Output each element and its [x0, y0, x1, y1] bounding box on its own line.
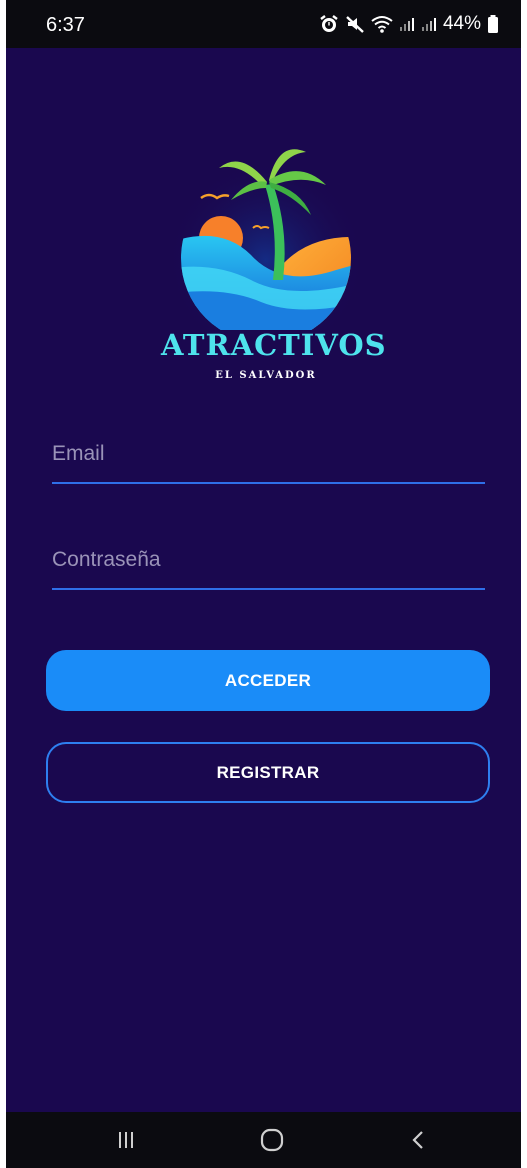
navigation-bar — [6, 1112, 521, 1168]
logo-graphic-icon — [166, 149, 366, 350]
signal-icon — [399, 16, 415, 32]
recent-apps-button[interactable] — [86, 1112, 166, 1168]
back-icon — [412, 1131, 423, 1149]
home-icon — [260, 1128, 284, 1152]
signal-icon — [421, 16, 437, 32]
logo-title: ATRACTIVOS — [161, 328, 387, 362]
register-button[interactable]: REGISTRAR — [46, 742, 490, 803]
logo-subtitle: EL SALVADOR — [215, 370, 317, 381]
password-field[interactable] — [52, 538, 485, 590]
status-icons: 44% — [319, 12, 499, 36]
login-button[interactable]: ACCEDER — [46, 650, 490, 711]
email-field[interactable] — [52, 432, 485, 484]
app-logo: ATRACTIVOS EL SALVADOR — [161, 130, 387, 390]
recent-apps-icon — [119, 1132, 133, 1148]
mute-icon — [345, 14, 365, 34]
status-bar: 6:37 44% — [6, 0, 521, 48]
battery-icon — [487, 14, 499, 34]
status-time: 6:37 — [46, 14, 85, 36]
home-button[interactable] — [232, 1112, 312, 1168]
battery-percent: 44% — [442, 13, 481, 34]
wifi-icon — [371, 15, 393, 33]
back-button[interactable] — [378, 1112, 458, 1168]
alarm-icon — [319, 14, 339, 34]
login-screen: 6:37 44% ATRACTIVOS EL SALVADOR Email AC… — [6, 0, 521, 1168]
